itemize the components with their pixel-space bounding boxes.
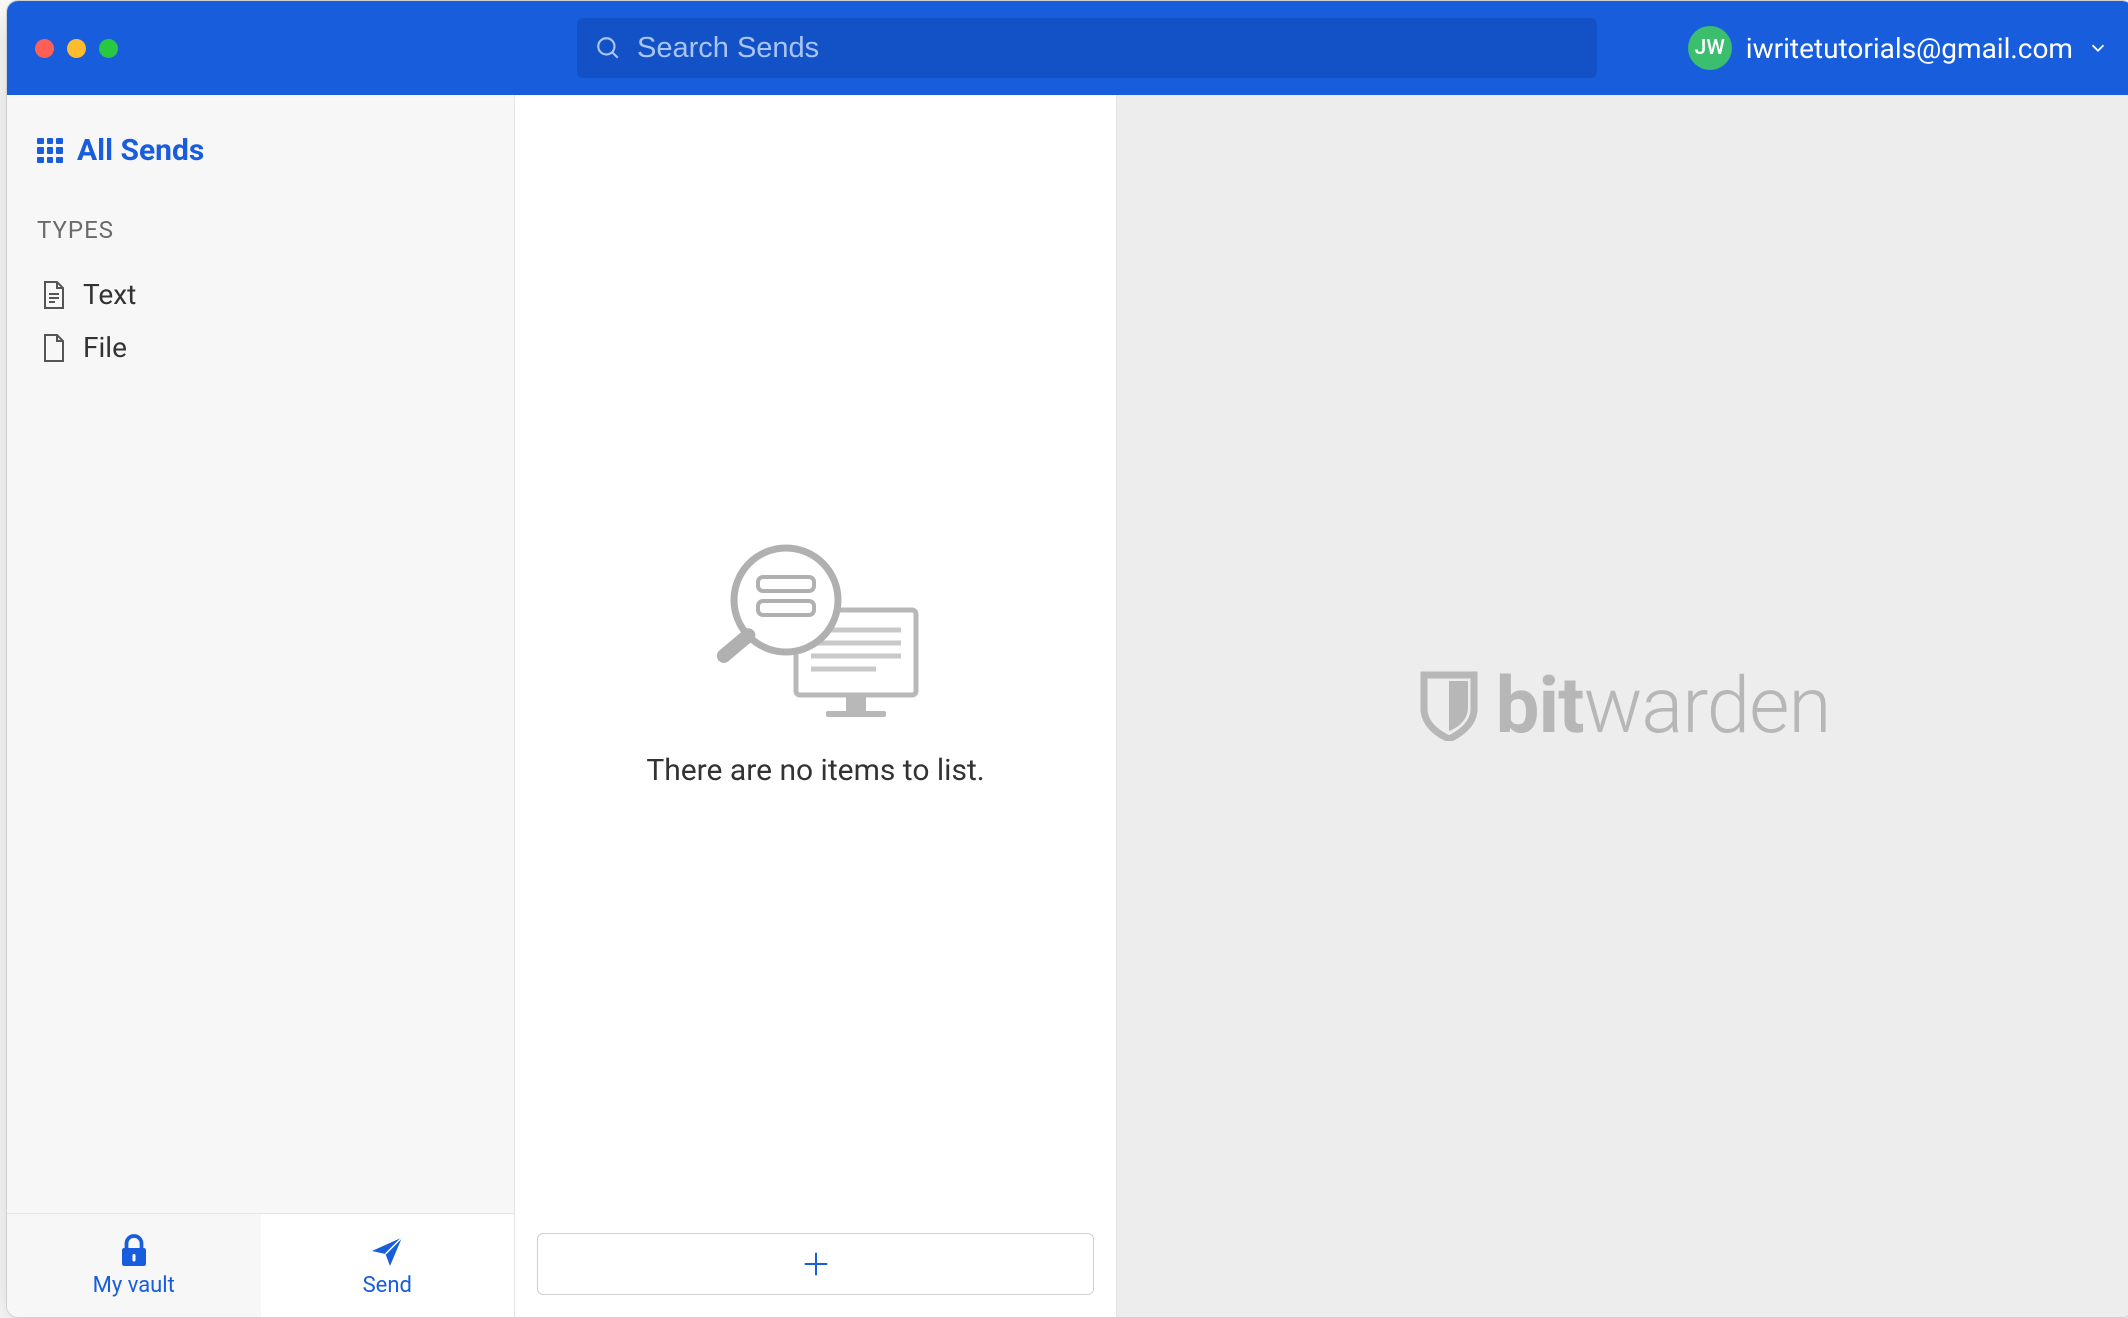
type-file-label: File — [83, 331, 127, 364]
maximize-window-button[interactable] — [99, 39, 118, 58]
tab-my-vault-label: My vault — [93, 1273, 175, 1298]
search-icon — [595, 35, 621, 61]
chevron-down-icon — [2087, 37, 2109, 59]
file-icon — [41, 333, 65, 363]
app-window: JW iwritetutorials@gmail.com — [6, 0, 2128, 1318]
all-sends-label: All Sends — [77, 133, 204, 168]
search-input[interactable] — [637, 32, 1579, 65]
list-footer — [515, 1215, 1116, 1317]
plus-icon — [801, 1249, 831, 1279]
brand-text-bold: bit — [1496, 661, 1584, 752]
brand-text: bitwarden — [1496, 661, 1831, 752]
window-controls — [7, 39, 118, 58]
tab-send-label: Send — [363, 1273, 412, 1298]
paper-plane-icon — [369, 1233, 405, 1269]
close-window-button[interactable] — [35, 39, 54, 58]
tab-my-vault[interactable]: My vault — [7, 1214, 261, 1317]
sidebar-item-file[interactable]: File — [41, 321, 484, 374]
empty-state-illustration — [696, 535, 936, 725]
sidebar-item-all-sends[interactable]: All Sends — [37, 133, 484, 168]
sidebar: All Sends TYPES Text — [7, 95, 515, 1317]
app-body: All Sends TYPES Text — [7, 95, 2128, 1317]
add-send-button[interactable] — [537, 1233, 1094, 1295]
minimize-window-button[interactable] — [67, 39, 86, 58]
avatar: JW — [1688, 26, 1732, 70]
shield-icon — [1420, 671, 1478, 741]
sidebar-section-types: TYPES — [37, 216, 484, 244]
tab-send[interactable]: Send — [261, 1214, 515, 1317]
account-email: iwritetutorials@gmail.com — [1746, 32, 2073, 65]
sidebar-content: All Sends TYPES Text — [7, 95, 514, 1213]
account-menu[interactable]: JW iwritetutorials@gmail.com — [1688, 26, 2109, 70]
grid-icon — [37, 138, 63, 164]
empty-state-text: There are no items to list. — [646, 753, 984, 788]
list-column: There are no items to list. — [515, 95, 1117, 1317]
search-container — [577, 18, 1597, 78]
list-body: There are no items to list. — [515, 95, 1116, 1215]
brand-logo: bitwarden — [1420, 661, 1831, 752]
page-background: the phrasing needs to sound natural — [0, 0, 2128, 1318]
text-file-icon — [41, 280, 65, 310]
type-text-label: Text — [83, 278, 136, 311]
detail-pane: bitwarden — [1117, 95, 2128, 1317]
brand-text-light: warden — [1584, 661, 1831, 752]
bottom-tabs: My vault Send — [7, 1213, 514, 1317]
titlebar: JW iwritetutorials@gmail.com — [7, 1, 2128, 95]
lock-icon — [116, 1233, 152, 1269]
sidebar-item-text[interactable]: Text — [41, 268, 484, 321]
